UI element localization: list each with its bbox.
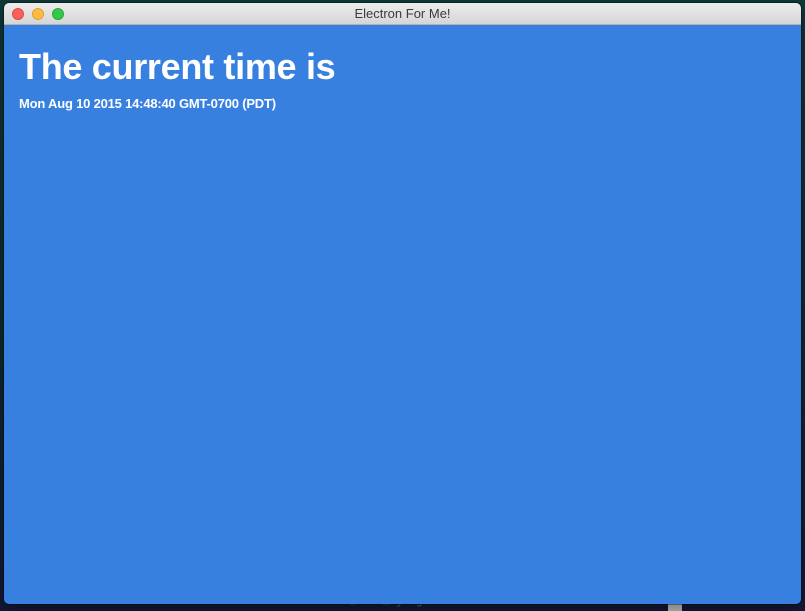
current-datetime: Mon Aug 10 2015 14:48:40 GMT-0700 (PDT) xyxy=(19,96,276,111)
title-bar[interactable]: Electron For Me! xyxy=(4,3,801,25)
app-content: The current time is Mon Aug 10 2015 14:4… xyxy=(4,25,801,604)
page-heading: The current time is xyxy=(19,46,336,87)
app-window: Electron For Me! The current time is Mon… xyxy=(4,3,801,604)
window-title: Electron For Me! xyxy=(354,6,451,21)
